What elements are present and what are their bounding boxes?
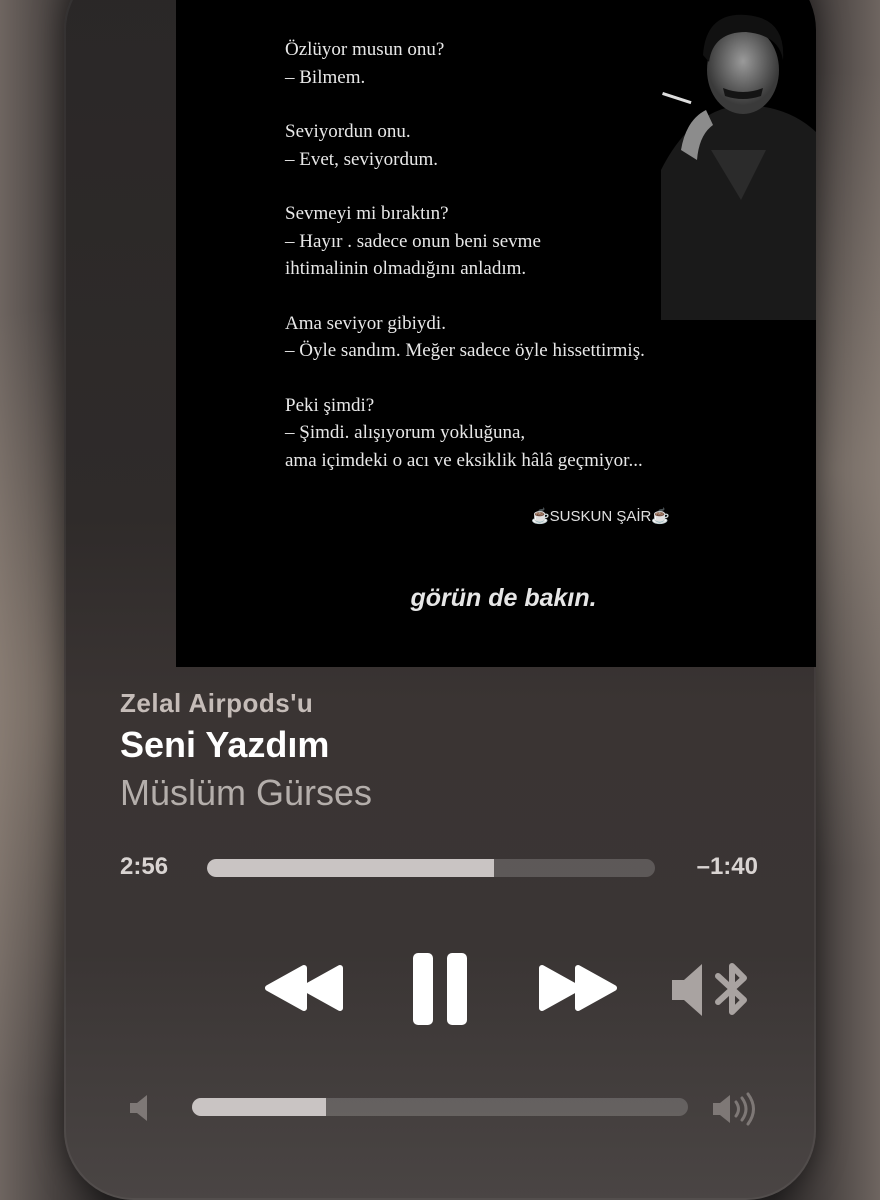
album-artwork: Özlüyor musun onu? – Bilmem. Seviyordun … xyxy=(176,0,816,667)
artist-name: Müslüm Gürses xyxy=(120,772,373,813)
volume-level-fill xyxy=(192,1098,326,1116)
speaker-bluetooth-icon[interactable] xyxy=(668,958,754,1022)
pause-icon[interactable] xyxy=(410,950,470,1028)
volume-slider[interactable] xyxy=(192,1098,688,1116)
song-title: Seni Yazdım xyxy=(120,724,330,765)
output-device-label: Zelal Airpods'u xyxy=(120,688,314,718)
playback-progress-fill xyxy=(207,859,494,877)
remaining-time: –1:40 xyxy=(696,853,758,880)
signature: ☕SUSKUN ŞAİR☕ xyxy=(531,508,671,525)
artwork-caption: görün de bakın. xyxy=(410,584,597,612)
poem-stanza-5: Peki şimdi? – Şimdi. alışıyorum yokluğun… xyxy=(285,394,643,471)
rewind-icon[interactable] xyxy=(264,962,346,1014)
volume-high-icon xyxy=(713,1092,755,1126)
fast-forward-icon[interactable] xyxy=(536,962,618,1014)
volume-low-icon xyxy=(130,1095,147,1121)
playback-scrubber[interactable] xyxy=(207,859,655,877)
portrait-image xyxy=(661,14,816,320)
elapsed-time: 2:56 xyxy=(120,853,169,880)
